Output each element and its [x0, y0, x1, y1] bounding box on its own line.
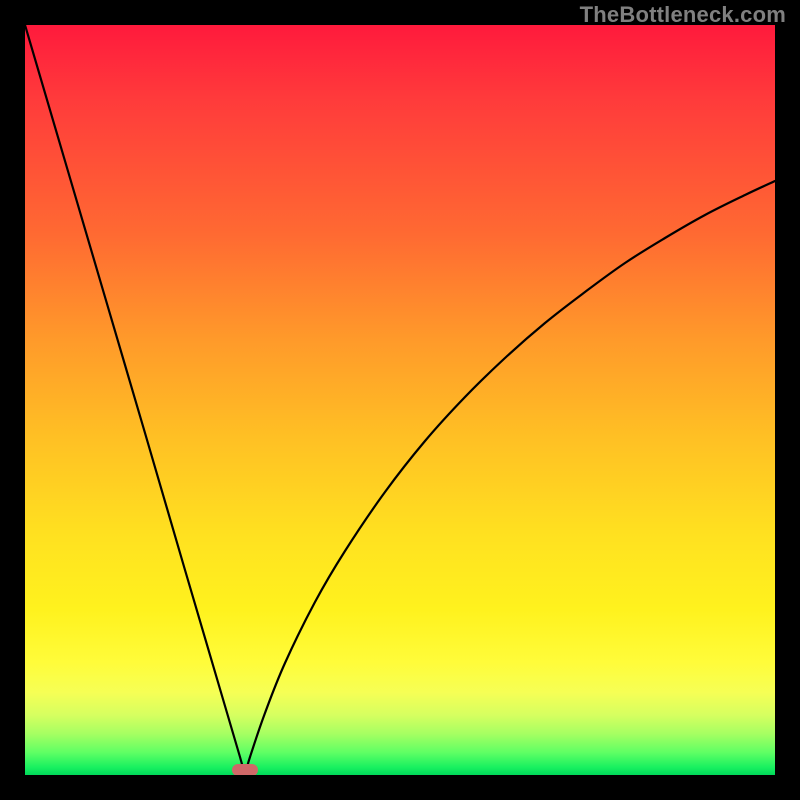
curve-svg: [25, 25, 775, 775]
bottleneck-curve: [25, 25, 775, 775]
plot-area: [25, 25, 775, 775]
cusp-marker: [232, 764, 258, 775]
chart-stage: TheBottleneck.com: [0, 0, 800, 800]
